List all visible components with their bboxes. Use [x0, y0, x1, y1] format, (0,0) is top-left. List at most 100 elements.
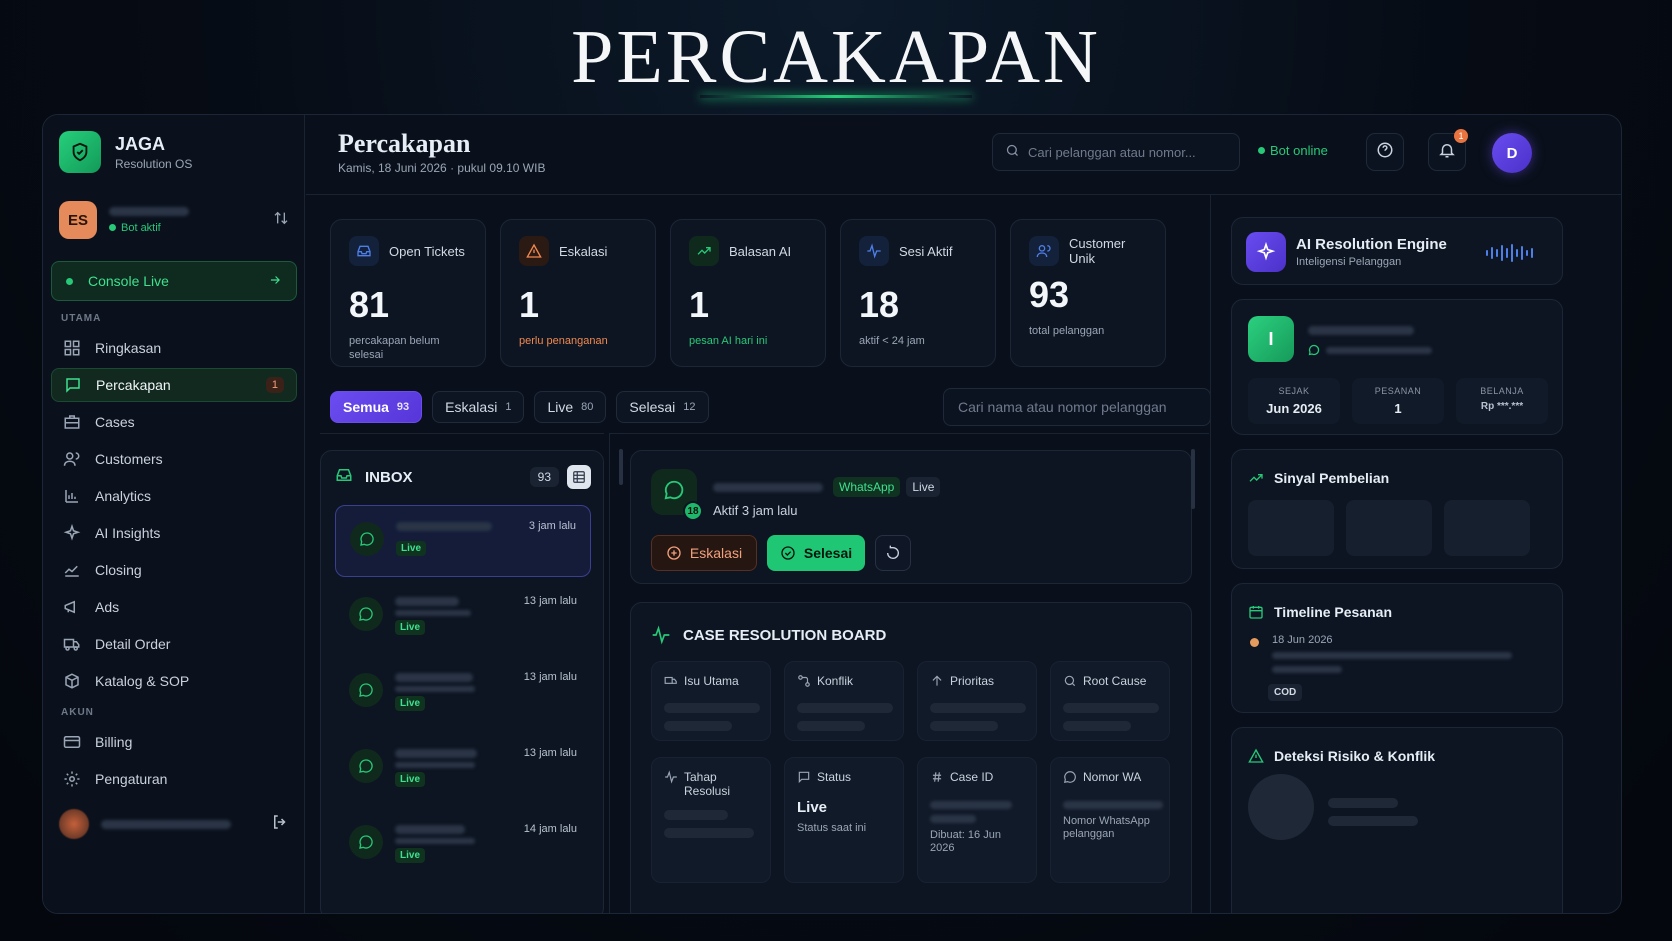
sidebar-item-ai-insights[interactable]: AI Insights: [51, 516, 297, 550]
conv-time: 13 jam lalu: [523, 595, 577, 607]
field-tahap-resolusi: Tahap Resolusi: [651, 757, 771, 883]
help-button[interactable]: [1366, 133, 1404, 171]
stat-open-tickets[interactable]: Open Tickets 81 percakapan belum selesai: [330, 219, 486, 367]
center-scrollbar[interactable]: [1191, 449, 1195, 509]
sidebar-item-billing[interactable]: Billing: [51, 725, 297, 759]
ai-engine-card[interactable]: AI Resolution Engine Inteligensi Pelangg…: [1231, 217, 1563, 285]
list-item[interactable]: Live 14 jam lalu: [335, 809, 591, 881]
sidebar-item-ringkasan[interactable]: Ringkasan: [51, 331, 297, 365]
customer-search[interactable]: [943, 388, 1211, 426]
state-badge: Live: [906, 477, 941, 497]
search-icon: [1005, 143, 1020, 161]
stat-value: 18: [859, 284, 900, 325]
list-item[interactable]: Live 3 jam lalu: [335, 505, 591, 577]
stat-desc: aktif < 24 jam: [859, 335, 925, 347]
sidebar-item-label: AI Insights: [95, 525, 161, 541]
warning-icon: [1248, 748, 1264, 764]
sidebar-item-label: Detail Order: [95, 636, 171, 652]
pulse-icon: [651, 625, 671, 645]
tab-selesai[interactable]: Selesai 12: [616, 391, 709, 423]
resolve-button[interactable]: Selesai: [767, 535, 865, 571]
sidebar-item-ads[interactable]: Ads: [51, 590, 297, 624]
warning-icon: [519, 236, 549, 266]
avatar: [59, 809, 89, 839]
truck-icon: [664, 674, 678, 691]
help-icon: [1376, 141, 1394, 164]
contact-name-redacted: [395, 825, 465, 834]
stat-value: 81: [349, 284, 390, 325]
field-isu-utama: Isu Utama: [651, 661, 771, 741]
chat-icon: [64, 376, 82, 394]
logout-icon[interactable]: [271, 813, 289, 836]
stat-sesi-aktif[interactable]: Sesi Aktif 18 aktif < 24 jam: [840, 219, 996, 367]
sidebar-item-detail-order[interactable]: Detail Order: [51, 627, 297, 661]
tab-label: Eskalasi: [445, 399, 498, 415]
contact-name-redacted: [396, 522, 492, 531]
list-item[interactable]: Live 13 jam lalu: [335, 733, 591, 805]
stat-value: 1: [689, 284, 710, 325]
bot-online-label: Bot online: [1270, 143, 1328, 158]
customer-search-input[interactable]: [958, 399, 1196, 415]
notifications-button[interactable]: 1: [1428, 129, 1468, 171]
customer-name-redacted: [1308, 326, 1414, 335]
sidebar-item-pengaturan[interactable]: Pengaturan: [51, 762, 297, 796]
stat-customer-unik[interactable]: Customer Unik 93 total pelanggan: [1010, 219, 1166, 367]
customer-avatar: I: [1248, 316, 1294, 362]
sidebar-item-label: Katalog & SOP: [95, 673, 190, 689]
stat-label: Customer Unik: [1069, 236, 1126, 266]
tab-live[interactable]: Live 80: [534, 391, 607, 423]
page-title: Percakapan: [338, 129, 471, 158]
section-label-main: UTAMA: [61, 313, 102, 324]
list-item[interactable]: Live 13 jam lalu: [335, 657, 591, 729]
escalate-button[interactable]: Eskalasi: [651, 535, 757, 571]
contact-name-redacted: [395, 749, 477, 758]
inbox-panel: INBOX 93 Live 3 jam lalu Live 13 jam lal…: [320, 433, 604, 913]
truck-icon: [63, 635, 81, 653]
sparkle-icon: [63, 524, 81, 542]
bell-icon: [1438, 141, 1456, 164]
sidebar-item-closing[interactable]: Closing: [51, 553, 297, 587]
live-badge: Live: [395, 848, 426, 863]
list-item[interactable]: Live 13 jam lalu: [335, 581, 591, 653]
sidebar-item-customers[interactable]: Customers: [51, 442, 297, 476]
tab-semua[interactable]: Semua 93: [330, 391, 423, 423]
brand[interactable]: JAGA Resolution OS: [59, 131, 192, 173]
case-id-redacted: [930, 801, 1012, 809]
waveform-icon: [1486, 244, 1536, 262]
sidebar-footer-account[interactable]: [51, 801, 297, 847]
stat-label: Sesi Aktif: [899, 243, 953, 259]
live-badge: Live: [395, 696, 426, 711]
console-live-button[interactable]: Console Live: [51, 261, 297, 301]
stat-orders: PESANAN 1: [1352, 378, 1444, 424]
hero-underline: [700, 95, 972, 98]
calendar-icon: [1248, 604, 1264, 620]
box-icon: [63, 672, 81, 690]
contact-name-redacted: [395, 673, 473, 682]
swap-icon[interactable]: [273, 210, 289, 231]
sidebar-item-percakapan[interactable]: Percakapan 1: [51, 368, 297, 402]
filter-grid-icon[interactable]: [567, 465, 591, 489]
tab-eskalasi[interactable]: Eskalasi 1: [432, 391, 525, 423]
account-switcher[interactable]: ES Bot aktif: [59, 201, 289, 239]
sidebar-item-label: Billing: [95, 734, 133, 750]
sidebar-item-analytics[interactable]: Analytics: [51, 479, 297, 513]
customer-profile-card: I SEJAK Jun 2026 PESANAN 1 BELANJA Rp **…: [1231, 299, 1563, 435]
stat-eskalasi[interactable]: Eskalasi 1 perlu penanganan: [500, 219, 656, 367]
purchase-signals-card: Sinyal Pembelian: [1231, 449, 1563, 569]
sidebar-item-cases[interactable]: Cases: [51, 405, 297, 439]
sidebar-item-label: Analytics: [95, 488, 152, 504]
avatar: ES: [59, 201, 97, 239]
search-input[interactable]: [1028, 144, 1227, 160]
stat-desc: percakapan belum selesai: [349, 335, 440, 361]
sidebar-item-label: Pengaturan: [95, 771, 168, 787]
since-label: SEJAK: [1278, 386, 1310, 396]
global-search[interactable]: [992, 133, 1240, 171]
chat-bubble-icon: [349, 749, 383, 783]
contact-name-redacted: [713, 482, 823, 492]
stat-balasan-ai[interactable]: Balasan AI 1 pesan AI hari ini: [670, 219, 826, 367]
top-header: Percakapan Kamis, 18 Juni 2026 · pukul 0…: [306, 115, 1621, 195]
sidebar-item-katalog[interactable]: Katalog & SOP: [51, 664, 297, 698]
profile-avatar[interactable]: D: [1492, 133, 1532, 173]
refresh-button[interactable]: [875, 535, 911, 571]
conversation-header: 18 WhatsApp Live Aktif 3 jam lalu Eskala…: [630, 450, 1192, 584]
